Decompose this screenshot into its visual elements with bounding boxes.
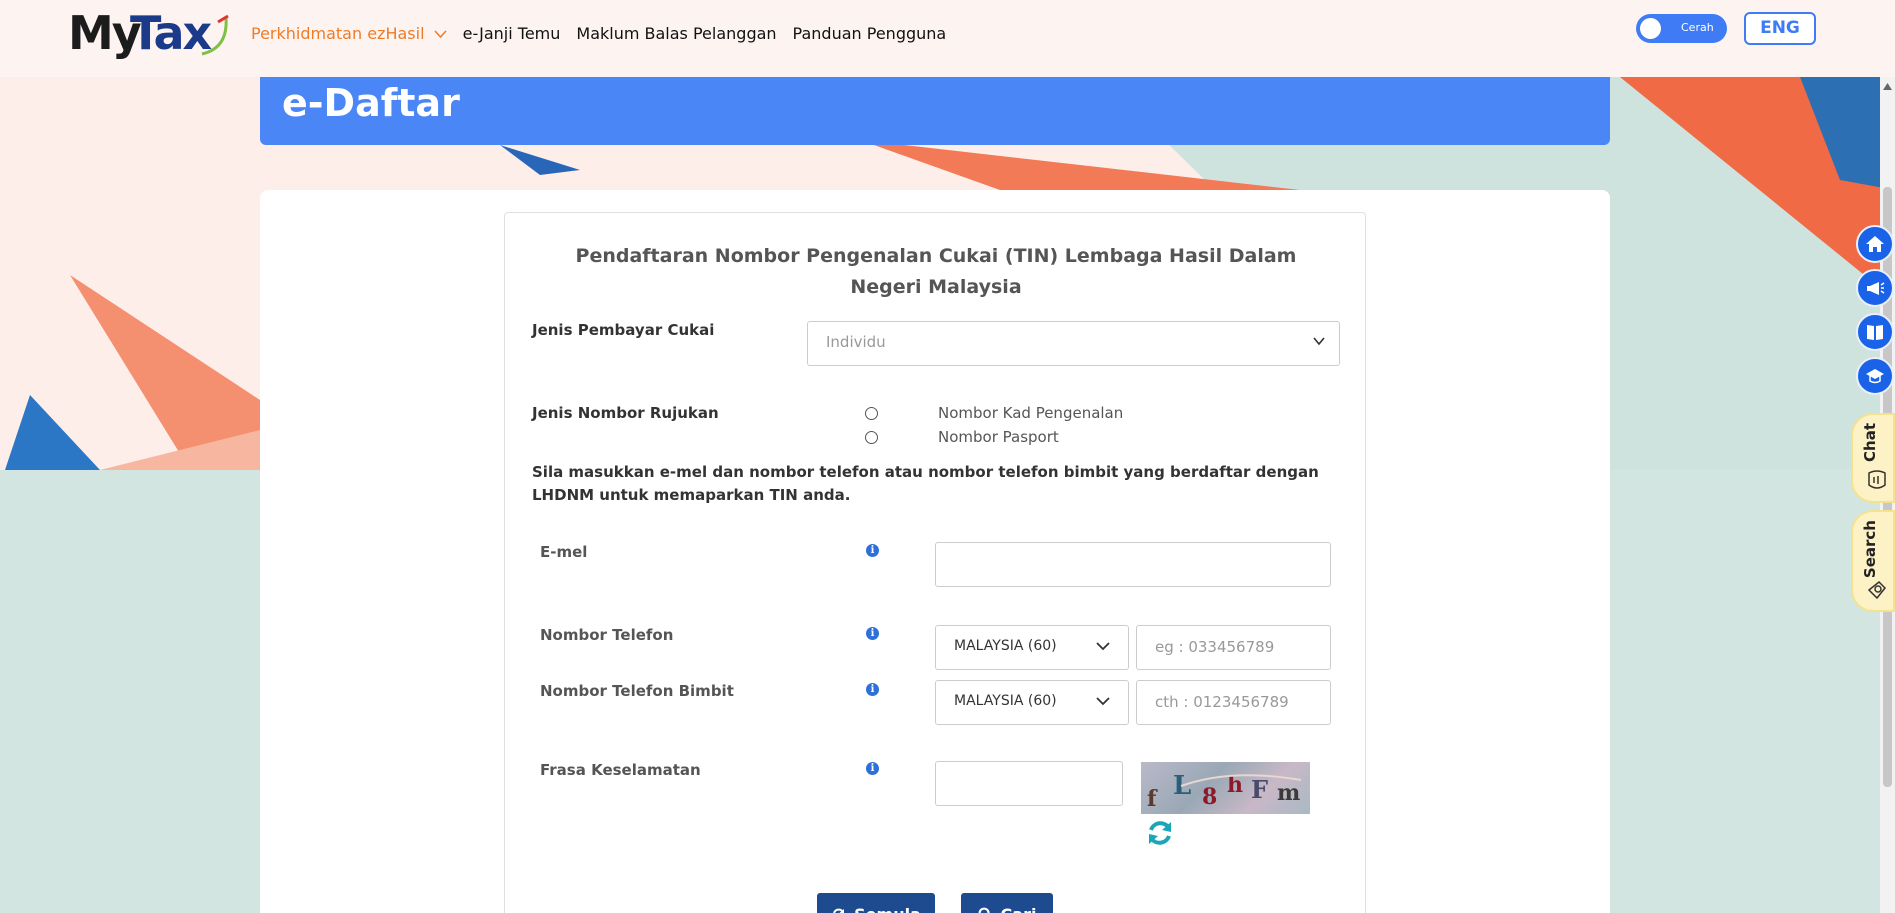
scroll-up-icon[interactable] [1883,83,1892,90]
security-phrase-label: Frasa Keselamatan [540,761,701,779]
phone-input[interactable]: eg : 033456789 [1136,625,1331,670]
radio-ic[interactable]: Nombor Kad Pengenalan [865,404,1123,422]
megaphone-icon [1867,282,1885,295]
info-icon[interactable]: i [866,762,879,775]
chevron-down-icon [1313,337,1325,346]
ref-type-label: Jenis Nombor Rujukan [532,404,719,422]
radio-button[interactable] [865,430,878,444]
search-tab[interactable]: Search [1851,510,1895,612]
form-title: Pendaftaran Nombor Pengenalan Cukai (TIN… [575,245,1297,298]
chat-tab-label: Chat [1861,423,1879,462]
search-tab-label: Search [1861,520,1879,579]
main-card: Pendaftaran Nombor Pengenalan Cukai (TIN… [260,190,1610,913]
radio-button[interactable] [865,406,878,420]
mobile-label: Nombor Telefon Bimbit [540,682,734,700]
phone-country-value: MALAYSIA (60) [954,638,1057,654]
taxpayer-type-value: Individu [826,333,886,351]
svg-text:8: 8 [1202,784,1217,810]
chat-bubble-icon [1868,470,1886,489]
search-button[interactable]: Cari [961,893,1053,913]
guide-fab[interactable] [1856,313,1894,351]
search-hand-icon [1867,580,1887,600]
nav-label: Perkhidmatan ezHasil [251,24,425,43]
toggle-knob [1640,18,1661,39]
language-button[interactable]: ENG [1744,12,1816,45]
reset-button[interactable]: Semula [817,893,935,913]
logo-my: My [68,6,142,60]
taxpayer-type-label: Jenis Pembayar Cukai [532,321,715,339]
radio-ic-label: Nombor Kad Pengenalan [938,404,1124,422]
graduation-cap-icon [1866,369,1884,384]
mobile-country-value: MALAYSIA (60) [954,693,1057,709]
svg-text:m: m [1277,780,1300,806]
info-icon[interactable]: i [866,683,879,696]
chevron-down-icon [1096,697,1110,706]
phone-label: Nombor Telefon [540,626,674,644]
radio-passport[interactable]: Nombor Pasport [865,428,1059,446]
info-icon[interactable]: i [866,544,879,557]
announcement-fab[interactable] [1856,269,1894,307]
email-field[interactable] [935,542,1331,587]
phone-country-select[interactable]: MALAYSIA (60) [935,625,1129,670]
search-icon [978,907,990,913]
captcha-text: f L 8 h F m [1147,771,1302,812]
svg-text:F: F [1251,775,1268,804]
home-icon [1866,236,1884,252]
main-nav: Perkhidmatan ezHasil e-Janji Temu Maklum… [251,24,946,43]
nav-maklum-balas[interactable]: Maklum Balas Pelanggan [576,24,776,43]
reset-button-label: Semula [854,905,921,913]
svg-text:f: f [1147,786,1158,812]
logo-swoosh-icon [201,14,229,56]
book-icon [1867,325,1883,340]
security-phrase-input[interactable] [935,761,1123,806]
refresh-captcha-icon[interactable] [1145,818,1175,848]
nav-perkhidmatan-ezhasil[interactable]: Perkhidmatan ezHasil [251,24,447,43]
mobile-placeholder: cth : 0123456789 [1155,693,1289,711]
mytax-logo[interactable]: My Tax [68,6,229,66]
chevron-down-icon [434,30,447,39]
refresh-icon [833,908,845,913]
education-fab[interactable] [1856,357,1894,395]
theme-toggle[interactable]: Cerah [1636,14,1727,43]
mobile-input[interactable]: cth : 0123456789 [1136,680,1331,725]
tin-registration-form: Pendaftaran Nombor Pengenalan Cukai (TIN… [504,212,1366,913]
nav-panduan-pengguna[interactable]: Panduan Pengguna [793,24,947,43]
captcha-image: f L 8 h F m [1141,762,1310,814]
page-banner: e-Daftar [260,77,1610,145]
email-label: E-mel [540,543,588,561]
info-icon[interactable]: i [866,627,879,640]
nav-e-janji-temu[interactable]: e-Janji Temu [463,24,561,43]
home-fab[interactable] [1856,225,1894,263]
theme-toggle-label: Cerah [1681,21,1714,34]
taxpayer-type-select[interactable]: Individu [807,321,1340,366]
page-title: e-Daftar [282,81,460,125]
radio-passport-label: Nombor Pasport [938,428,1059,446]
top-header: My Tax Perkhidmatan ezHasil e-Janji Temu… [0,0,1895,77]
instruction-note: Sila masukkan e-mel dan nombor telefon a… [532,463,1319,504]
mobile-country-select[interactable]: MALAYSIA (60) [935,680,1129,725]
search-button-label: Cari [1001,905,1037,913]
chevron-down-icon [1096,642,1110,651]
chat-tab[interactable]: Chat [1851,413,1895,503]
phone-placeholder: eg : 033456789 [1155,638,1275,656]
